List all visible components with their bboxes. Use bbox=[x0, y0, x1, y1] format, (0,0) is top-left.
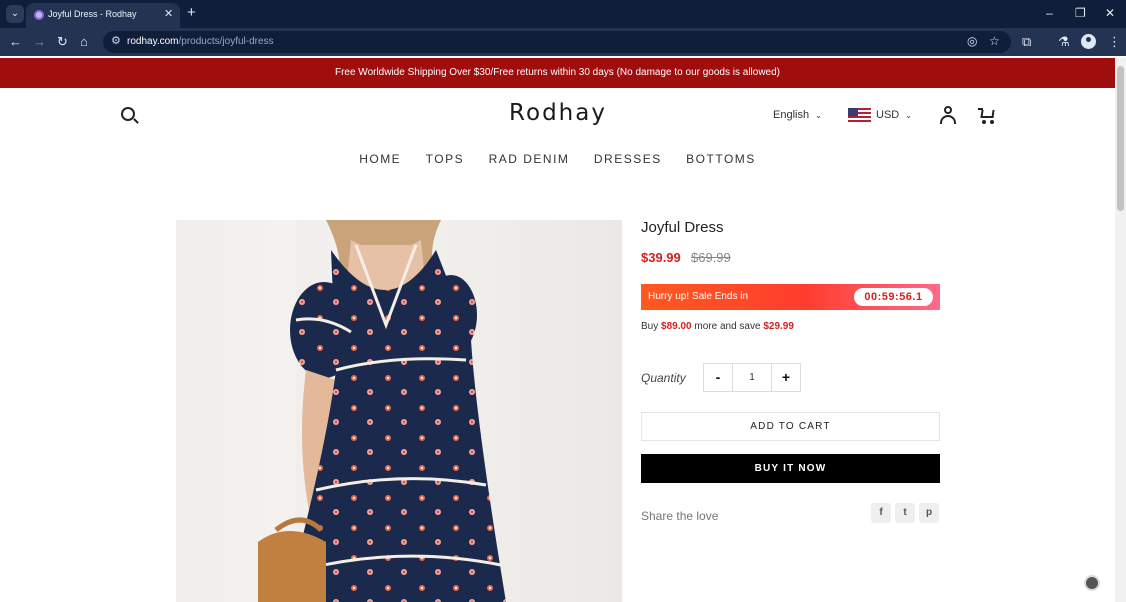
bundle-offer-text: Buy $89.00 more and save $29.99 bbox=[641, 321, 794, 332]
forward-icon[interactable]: → bbox=[33, 33, 46, 51]
add-to-cart-button[interactable]: ADD TO CART bbox=[641, 412, 940, 441]
page-scrollbar[interactable] bbox=[1115, 58, 1126, 602]
nav-tops[interactable]: TOPS bbox=[426, 152, 464, 166]
profile-avatar-icon[interactable] bbox=[1081, 34, 1096, 49]
sale-price: $39.99 bbox=[641, 250, 681, 265]
quantity-decrease-button[interactable]: - bbox=[704, 364, 733, 391]
sale-countdown-text: Hurry up! Sale Ends in bbox=[648, 291, 749, 302]
quantity-stepper: - + bbox=[703, 363, 801, 392]
favicon-icon bbox=[34, 10, 44, 20]
address-bar[interactable]: ⚙ rodhay.com/products/joyful-dress ◎ ☆ bbox=[103, 31, 1011, 53]
menu-kebab-icon[interactable]: ⋮ bbox=[1108, 33, 1121, 51]
nav-dresses[interactable]: DRESSES bbox=[594, 152, 662, 166]
browser-tab-bar: ⌄ Joyful Dress - Rodhay ✕ + – ❐ ✕ bbox=[0, 0, 1126, 28]
chevron-down-icon: ⌄ bbox=[905, 111, 912, 120]
close-tab-icon[interactable]: ✕ bbox=[164, 7, 173, 21]
quantity-label: Quantity bbox=[641, 371, 686, 385]
site-info-icon[interactable]: ⚙ bbox=[111, 34, 121, 47]
compare-at-price: $69.99 bbox=[691, 250, 731, 265]
cart-icon[interactable] bbox=[978, 107, 996, 125]
browser-toolbar: ← → ↻ ⌂ ⚙ rodhay.com/products/joyful-dre… bbox=[0, 28, 1126, 56]
restore-icon[interactable]: ❐ bbox=[1075, 5, 1086, 21]
dress-photo-illustration bbox=[176, 220, 506, 602]
labs-flask-icon[interactable]: ⚗ bbox=[1058, 33, 1070, 51]
currency-selector[interactable]: USD ⌄ bbox=[876, 109, 912, 121]
eye-off-icon[interactable]: ◎ bbox=[967, 34, 977, 48]
minimize-icon[interactable]: – bbox=[1046, 5, 1053, 21]
us-flag-icon bbox=[848, 108, 871, 122]
home-icon[interactable]: ⌂ bbox=[80, 33, 88, 51]
reload-icon[interactable]: ↻ bbox=[57, 33, 68, 51]
pinterest-icon[interactable]: p bbox=[919, 503, 939, 523]
nav-bottoms[interactable]: BOTTOMS bbox=[686, 152, 756, 166]
sale-countdown-banner: Hurry up! Sale Ends in 00:59:56.1 bbox=[641, 284, 940, 310]
twitter-icon[interactable]: t bbox=[895, 503, 915, 523]
main-navigation: HOME TOPS RAD DENIM DRESSES BOTTOMS bbox=[0, 150, 1115, 168]
product-title: Joyful Dress bbox=[641, 219, 724, 236]
back-icon[interactable]: ← bbox=[9, 33, 22, 51]
product-image[interactable] bbox=[176, 220, 622, 602]
tab-search-icon[interactable]: ⌄ bbox=[6, 5, 24, 23]
chevron-down-icon: ⌄ bbox=[815, 111, 822, 120]
new-tab-button[interactable]: + bbox=[187, 4, 196, 22]
quantity-input[interactable] bbox=[733, 364, 771, 391]
browser-tab[interactable]: Joyful Dress - Rodhay ✕ bbox=[26, 3, 180, 28]
facebook-icon[interactable]: f bbox=[871, 503, 891, 523]
share-label: Share the love bbox=[641, 509, 719, 523]
announcement-bar: Free Worldwide Shipping Over $30/Free re… bbox=[0, 58, 1115, 88]
buy-it-now-button[interactable]: BUY IT NOW bbox=[641, 454, 940, 483]
nav-home[interactable]: HOME bbox=[359, 152, 401, 166]
scrollbar-thumb[interactable] bbox=[1117, 66, 1124, 211]
countdown-timer: 00:59:56.1 bbox=[854, 288, 933, 306]
accessibility-widget-icon[interactable] bbox=[1084, 575, 1100, 591]
url-text[interactable]: rodhay.com/products/joyful-dress bbox=[127, 36, 274, 47]
quantity-increase-button[interactable]: + bbox=[771, 364, 800, 391]
tab-title: Joyful Dress - Rodhay bbox=[48, 9, 137, 19]
extensions-icon[interactable]: ⧉ bbox=[1022, 33, 1031, 51]
store-logo[interactable]: Rodhay bbox=[458, 100, 658, 126]
search-icon[interactable] bbox=[121, 107, 135, 121]
close-window-icon[interactable]: ✕ bbox=[1105, 5, 1115, 21]
account-icon[interactable] bbox=[939, 106, 957, 124]
nav-rad-denim[interactable]: RAD DENIM bbox=[489, 152, 570, 166]
language-selector[interactable]: English ⌄ bbox=[773, 109, 822, 121]
bookmark-star-icon[interactable]: ☆ bbox=[989, 34, 1000, 48]
